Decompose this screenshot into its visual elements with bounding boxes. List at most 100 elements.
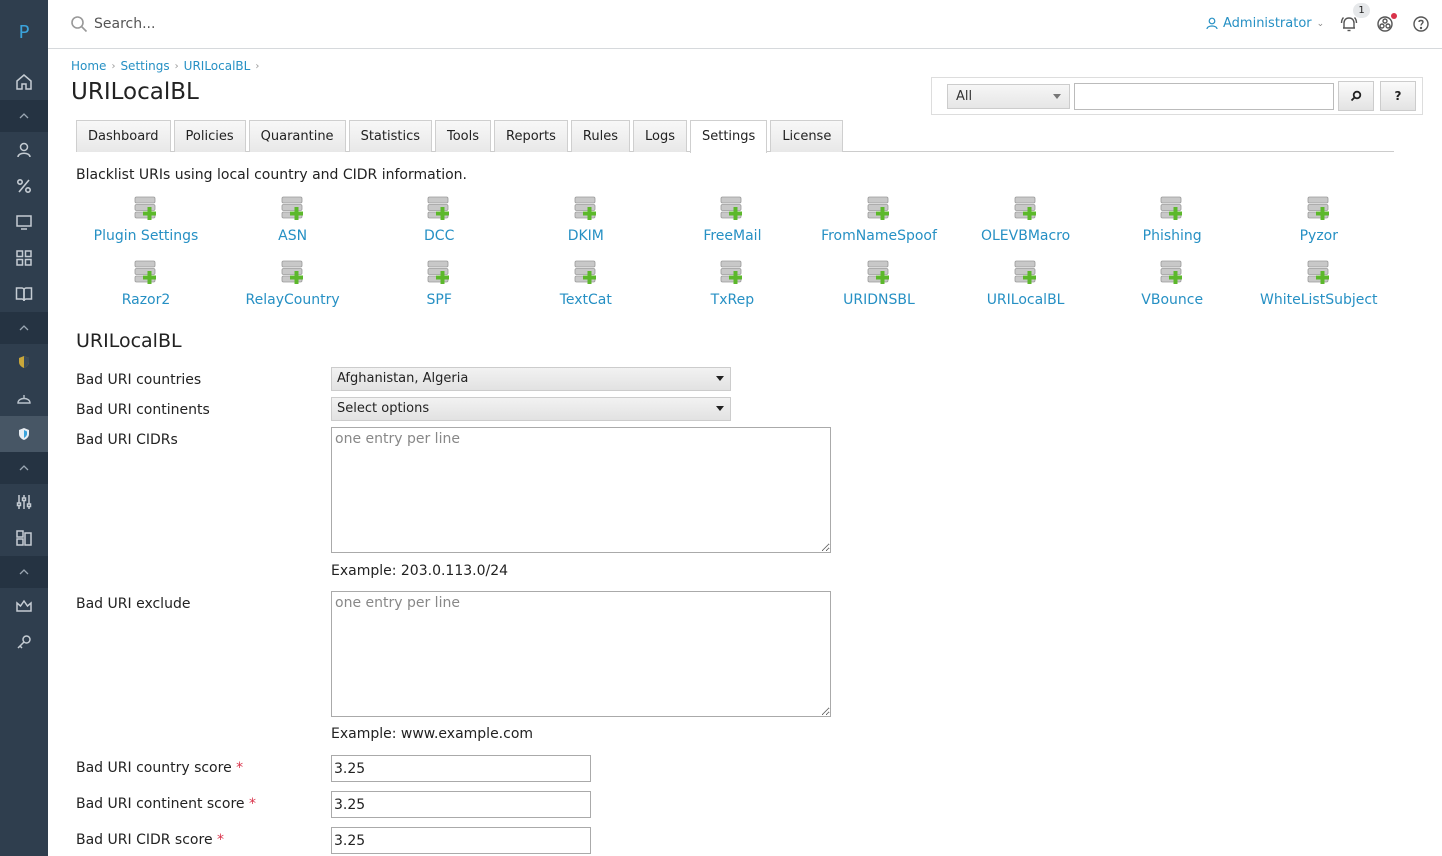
tab-policies[interactable]: Policies [173, 120, 246, 152]
bad-uri-continent-score-label: Bad URI continent score * [76, 796, 256, 812]
plugin-txrep[interactable]: TxRep [659, 259, 805, 308]
plugin-label: RelayCountry [245, 292, 340, 308]
shield-check-icon[interactable] [0, 416, 48, 452]
bad-uri-continents-select[interactable]: Select options [331, 397, 731, 421]
plugin-relaycountry[interactable]: RelayCountry [220, 259, 366, 308]
bad-uri-country-score-label-text: Bad URI country score [76, 760, 232, 776]
global-search-input[interactable] [94, 12, 494, 36]
plugin-label: FromNameSpoof [821, 228, 937, 244]
top-bar: Administrator ⌄ 1 [48, 0, 1442, 49]
breadcrumb-urilocalbl[interactable]: URILocalBL [184, 59, 251, 73]
filter-search-button[interactable] [1338, 81, 1374, 111]
plugin-label: TxRep [710, 292, 755, 308]
collapse-section-3[interactable] [0, 452, 48, 484]
tab-quarantine[interactable]: Quarantine [248, 120, 346, 152]
plugin-phishing[interactable]: Phishing [1099, 195, 1245, 244]
notification-count-badge: 1 [1353, 3, 1370, 18]
plugin-settings-icon [281, 260, 303, 284]
dome-icon[interactable] [0, 380, 48, 416]
user-icon[interactable] [0, 132, 48, 168]
plugin-uridnsbl[interactable]: URIDNSBL [806, 259, 952, 308]
plugin-settings-icon [134, 260, 156, 284]
filter-type-select[interactable]: All [947, 84, 1070, 109]
plugin-settings-icon [1307, 196, 1329, 220]
book-icon[interactable] [0, 276, 48, 312]
plugin-settings-icon [1160, 196, 1183, 220]
search-icon [1350, 90, 1362, 102]
plugin-pyzor[interactable]: Pyzor [1246, 195, 1392, 244]
bad-uri-cidrs-label: Bad URI CIDRs [76, 432, 178, 448]
plugin-label: Pyzor [1299, 228, 1338, 244]
main-content: Home › Settings › URILocalBL › URILocalB… [48, 49, 1442, 856]
plugin-settings-icon [1307, 260, 1329, 284]
home-icon[interactable] [0, 64, 48, 100]
bad-uri-continents-value: Select options [337, 401, 430, 416]
grid-icon[interactable] [0, 240, 48, 276]
search-icon [71, 16, 88, 33]
section-title: URILocalBL [76, 330, 182, 352]
plugin-plugin-settings[interactable]: Plugin Settings [73, 195, 219, 244]
monitor-icon[interactable] [0, 204, 48, 240]
breadcrumb: Home › Settings › URILocalBL › [71, 59, 264, 73]
plugin-vbounce[interactable]: VBounce [1099, 259, 1245, 308]
plugin-spf[interactable]: SPF [366, 259, 512, 308]
key-icon[interactable] [0, 624, 48, 660]
plugin-urilocalbl[interactable]: URILocalBL [953, 259, 1099, 308]
plugin-dkim[interactable]: DKIM [513, 195, 659, 244]
breadcrumb-separator-icon: › [111, 60, 116, 72]
filter-search-input[interactable] [1074, 83, 1334, 110]
dropdown-arrow-icon [1053, 94, 1061, 99]
plugin-textcat[interactable]: TextCat [513, 259, 659, 308]
user-icon [1206, 17, 1218, 30]
dropdown-arrow-icon [716, 376, 724, 381]
bad-uri-cidr-score-input[interactable] [331, 827, 591, 854]
bad-uri-exclude-textarea[interactable] [331, 591, 831, 717]
filter-help-button[interactable]: ? [1380, 81, 1416, 111]
bell-icon[interactable] [1340, 15, 1358, 33]
tab-rules[interactable]: Rules [570, 120, 630, 152]
bad-uri-cidrs-textarea[interactable] [331, 427, 831, 553]
plugin-settings-icon [1160, 260, 1183, 284]
bad-uri-countries-select[interactable]: Afghanistan, Algeria [331, 367, 731, 391]
plugin-label: DCC [424, 228, 455, 244]
user-menu[interactable]: Administrator ⌄ [1206, 16, 1324, 31]
tab-tools[interactable]: Tools [435, 120, 492, 152]
plugin-settings-icon [1014, 260, 1036, 284]
logo[interactable]: P [0, 0, 48, 64]
plugin-whitelistsubject[interactable]: WhiteListSubject [1246, 259, 1392, 308]
bad-uri-cidr-score-label-text: Bad URI CIDR score [76, 832, 213, 848]
tab-license[interactable]: License [770, 120, 844, 152]
collapse-section-4[interactable] [0, 556, 48, 588]
plugin-settings-icon [574, 260, 596, 284]
bad-uri-continent-score-input[interactable] [331, 791, 591, 818]
plugin-freemail[interactable]: FreeMail [659, 195, 805, 244]
plugin-label: FreeMail [703, 228, 762, 244]
tab-dashboard[interactable]: Dashboard [76, 120, 171, 152]
plugin-fromnamespoof[interactable]: FromNameSpoof [806, 195, 952, 244]
help-icon[interactable] [1412, 15, 1430, 33]
plugin-label: TextCat [559, 292, 612, 308]
plugin-label: ASN [278, 228, 308, 244]
percent-icon[interactable] [0, 168, 48, 204]
plugin-label: DKIM [567, 228, 604, 244]
tab-statistics[interactable]: Statistics [348, 120, 432, 152]
crown-icon[interactable] [0, 588, 48, 624]
collapse-section-2[interactable] [0, 312, 48, 344]
sliders-icon[interactable] [0, 484, 48, 520]
filter-box: All ? [931, 77, 1423, 115]
collapse-section-1[interactable] [0, 100, 48, 132]
bad-uri-country-score-input[interactable] [331, 755, 591, 782]
plugin-asn[interactable]: ASN [220, 195, 366, 244]
plugin-olevbmacro[interactable]: OLEVBMacro [953, 195, 1099, 244]
blocks-icon[interactable] [0, 520, 48, 556]
breadcrumb-settings[interactable]: Settings [120, 59, 169, 73]
breadcrumb-home[interactable]: Home [71, 59, 106, 73]
tab-logs[interactable]: Logs [632, 120, 687, 152]
plugin-dcc[interactable]: DCC [366, 195, 512, 244]
plugin-razor2[interactable]: Razor2 [73, 259, 219, 308]
plugin-label: WhiteListSubject [1260, 292, 1378, 308]
shield-bolt-icon[interactable] [0, 344, 48, 380]
bad-uri-exclude-hint: Example: www.example.com [331, 726, 534, 742]
tab-reports[interactable]: Reports [494, 120, 568, 152]
tab-settings[interactable]: Settings [689, 120, 768, 153]
